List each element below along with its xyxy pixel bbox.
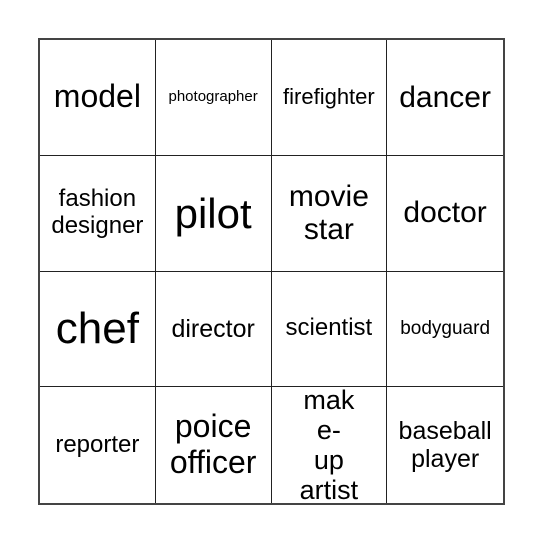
- bingo-cell[interactable]: dancer: [387, 40, 503, 156]
- bingo-cell[interactable]: fashion designer: [40, 155, 156, 272]
- bingo-cell[interactable]: scientist: [271, 271, 388, 388]
- bingo-cell[interactable]: baseball player: [387, 387, 503, 503]
- bingo-cell[interactable]: pilot: [155, 155, 272, 272]
- bingo-cell[interactable]: photographer: [155, 40, 272, 156]
- bingo-card: model photographer firefighter dancer fa…: [38, 38, 505, 505]
- bingo-cell[interactable]: director: [155, 271, 272, 388]
- bingo-cell[interactable]: poice officer: [156, 387, 272, 503]
- bingo-cell[interactable]: doctor: [387, 156, 503, 272]
- bingo-cell[interactable]: firefighter: [271, 40, 388, 156]
- bingo-cell[interactable]: make- up artist: [272, 387, 388, 503]
- bingo-cell[interactable]: reporter: [40, 387, 156, 503]
- bingo-cell[interactable]: bodyguard: [387, 272, 503, 388]
- bingo-cell[interactable]: chef: [40, 271, 156, 388]
- bingo-cell[interactable]: model: [40, 40, 156, 156]
- bingo-cell[interactable]: movie star: [271, 155, 388, 272]
